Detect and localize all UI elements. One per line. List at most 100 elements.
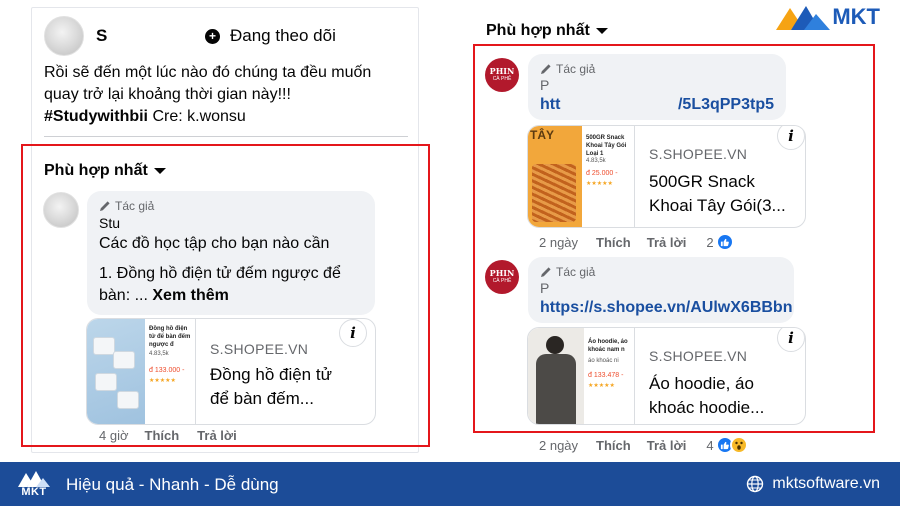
link-start[interactable]: htt	[540, 94, 560, 116]
card-domain: S.SHOPEE.VN	[210, 341, 309, 357]
comment-actions: 2 ngày Thích Trả lời 4	[539, 436, 748, 454]
pen-icon	[100, 201, 110, 211]
author-tag-label: Tác giả	[556, 265, 596, 279]
comment-author[interactable]: P	[540, 76, 774, 94]
follow-plus-icon[interactable]: +	[205, 28, 220, 44]
chevron-down-icon	[153, 168, 166, 174]
link-preview-card[interactable]: Đồng hồ điện tử để bàn đếm ngược đ 4.83,…	[86, 318, 376, 425]
card-title-line1: Đồng hồ điện tử	[210, 365, 332, 384]
hashtag-link[interactable]: #Studywithbii	[44, 108, 148, 125]
info-icon[interactable]: i	[339, 319, 367, 347]
like-icon	[715, 233, 734, 251]
page-avatar[interactable]: PHIN CÀ PHÊ	[485, 260, 519, 294]
card-title-line2: khoác hoodie...	[649, 398, 765, 417]
sort-label: Phù hợp nhất	[486, 22, 590, 39]
footer-logo: MKT	[14, 466, 54, 502]
thumb-title: Áo hoodie, áo khoác nam n	[588, 339, 628, 353]
thumb-title: 500GR Snack Khoai Tây Gói Loại 1	[586, 135, 627, 157]
author-tag: Tác giả	[540, 62, 774, 76]
thumb-rating: áo khoác ni	[588, 358, 619, 364]
like-button[interactable]: Thích	[145, 428, 180, 443]
shopee-link[interactable]: htt /5L3qPP3tp5	[540, 94, 774, 116]
product-thumbnail: Áo hoodie, áo khoác nam n áo khoác ni đ …	[528, 328, 634, 424]
reaction-badges[interactable]	[715, 233, 734, 251]
page-avatar[interactable]: PHIN CÀ PHÊ	[485, 58, 519, 92]
shopee-link[interactable]: https://s.shopee.vn/AUlwX6BBbn	[540, 297, 792, 319]
comment-actions: 4 giờ Thích Trả lời	[99, 428, 237, 443]
author-tag-label: Tác giả	[556, 62, 596, 76]
reaction-count[interactable]: 4	[706, 438, 713, 453]
product-thumbnail: Đồng hồ điện tử để bàn đếm ngược đ 4.83,…	[87, 319, 195, 424]
author-avatar[interactable]	[44, 16, 84, 56]
comment-time[interactable]: 2 ngày	[539, 235, 578, 250]
thumb-rating: 4.83,5k	[586, 158, 606, 164]
star-icon: ★★★★★	[588, 383, 615, 389]
post-header: S + Đang theo dõi	[44, 16, 336, 56]
comment-actions: 2 ngày Thích Trả lời 2	[539, 233, 734, 251]
star-icon: ★★★★★	[149, 378, 176, 384]
see-more-link[interactable]: Xem thêm	[152, 287, 228, 304]
post-text-line2: quay trở lại khoảng thời gian này!!!	[44, 86, 291, 103]
comment-line2: 1. Đồng hồ điện tử đếm ngược để	[99, 265, 341, 282]
website-text[interactable]: mktsoftware.vn	[772, 475, 880, 493]
reply-button[interactable]: Trả lời	[647, 438, 687, 453]
comment-author[interactable]: Stu	[99, 213, 363, 233]
author-tag: Tác giả	[99, 199, 363, 213]
star-icon: ★★★★★	[586, 181, 613, 187]
link-preview-card[interactable]: Áo hoodie, áo khoác nam n áo khoác ni đ …	[527, 327, 806, 425]
divider	[44, 136, 408, 137]
avatar-subtext: CÀ PHÊ	[492, 76, 512, 82]
comment-author[interactable]: P	[540, 279, 782, 297]
card-title-line2: Khoai Tây Gói(3...	[649, 196, 786, 215]
sort-dropdown-left[interactable]: Phù hợp nhất	[44, 162, 166, 180]
post-text-line3: #Studywithbii Cre: k.wonsu	[44, 106, 409, 128]
pen-icon	[541, 267, 551, 277]
author-name[interactable]: S	[96, 26, 191, 46]
comment-time[interactable]: 4 giờ	[99, 428, 129, 443]
comment-bubble: Tác giả P https://s.shopee.vn/AUlwX6BBbn	[528, 257, 794, 323]
sort-label: Phù hợp nhất	[44, 162, 148, 179]
wow-icon	[729, 436, 748, 454]
mkt-logo-icon	[776, 6, 831, 30]
thumb-price: đ 133.478 -	[588, 372, 624, 379]
footer-slogan: Hiệu quả - Nhanh - Dễ dùng	[66, 475, 279, 494]
avatar-text: PHIN	[489, 268, 515, 278]
link-end[interactable]: /5L3qPP3tp5	[678, 94, 774, 116]
reply-button[interactable]: Trả lời	[647, 235, 687, 250]
avatar-text: PHIN	[489, 66, 515, 76]
thumb-price: đ 133.000 -	[149, 367, 185, 374]
like-button[interactable]: Thích	[596, 235, 631, 250]
product-thumbnail: TÂY 500GR Snack Khoai Tây Gói Loại 1 4.8…	[528, 126, 634, 227]
globe-icon	[747, 475, 764, 493]
reply-button[interactable]: Trả lời	[197, 428, 237, 443]
card-title-line2: để bàn đếm...	[210, 389, 314, 408]
commenter-avatar[interactable]	[43, 192, 79, 228]
avatar-subtext: CÀ PHÊ	[492, 278, 512, 284]
post-text: Rồi sẽ đến một lúc nào đó chúng ta đều m…	[44, 62, 409, 128]
footer-bar: MKT Hiệu quả - Nhanh - Dễ dùng mktsoftwa…	[0, 462, 900, 506]
link-preview-card[interactable]: TÂY 500GR Snack Khoai Tây Gói Loại 1 4.8…	[527, 125, 806, 228]
comment-line3: bàn: ... Xem thêm	[99, 285, 363, 307]
sort-dropdown-right[interactable]: Phù hợp nhất	[486, 22, 608, 40]
mkt-logo-text: MKT	[832, 4, 880, 29]
comment-line3-text: bàn: ...	[99, 287, 153, 304]
chevron-down-icon	[595, 28, 608, 34]
pen-icon	[541, 64, 551, 74]
comment-bubble: Tác giả P htt /5L3qPP3tp5	[528, 54, 786, 120]
follow-label[interactable]: Đang theo dõi	[230, 26, 336, 46]
mkt-logo: MKT	[774, 2, 880, 32]
like-button[interactable]: Thích	[596, 438, 631, 453]
thumb-title: Đồng hồ điện tử để bàn đếm ngược đ	[149, 326, 191, 348]
author-tag: Tác giả	[540, 265, 782, 279]
card-domain: S.SHOPEE.VN	[649, 348, 748, 364]
comment-line1: Các đồ học tập cho bạn nào cần	[99, 235, 330, 252]
comment-time[interactable]: 2 ngày	[539, 438, 578, 453]
footer-website[interactable]: mktsoftware.vn	[746, 475, 880, 493]
author-tag-label: Tác giả	[115, 199, 155, 213]
footer-logo-text: MKT	[21, 486, 47, 498]
thumb-tag: TÂY	[530, 128, 554, 142]
reaction-badges[interactable]	[715, 436, 748, 454]
post-text-line1: Rồi sẽ đến một lúc nào đó chúng ta đều m…	[44, 64, 372, 81]
reaction-count[interactable]: 2	[706, 235, 713, 250]
credit-text: Cre: k.wonsu	[148, 108, 246, 125]
